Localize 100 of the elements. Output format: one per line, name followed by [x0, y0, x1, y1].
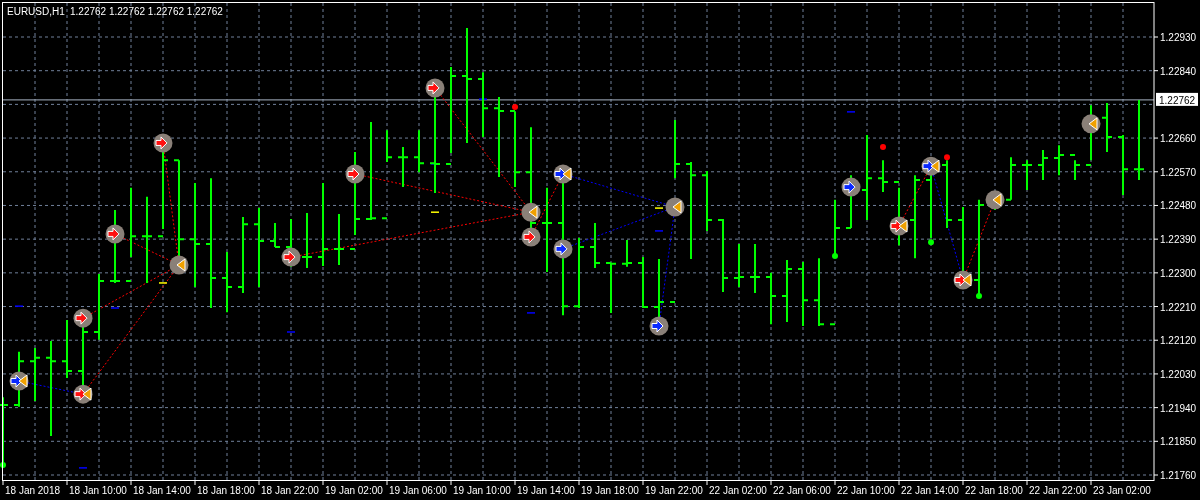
level-dash [478, 98, 488, 100]
level-dash [846, 111, 856, 113]
arrow-marker-icon [153, 133, 173, 153]
arrow-marker-icon [281, 247, 301, 267]
arrow-triangle-marker-icon [889, 216, 909, 236]
price-axis-label: 1.22390 [1160, 234, 1197, 246]
level-dash [286, 331, 296, 333]
time-axis-label: 23 Jan 02:00 [1093, 485, 1151, 496]
price-axis-label: 1.22840 [1160, 65, 1197, 77]
time-axis-label: 19 Jan 22:00 [645, 485, 703, 496]
axis-tick [1026, 479, 1028, 486]
axis-tick [1153, 272, 1159, 274]
arrow-triangle-marker-icon [953, 270, 973, 290]
time-axis-label: 19 Jan 10:00 [453, 485, 511, 496]
time-axis-label: 22 Jan 14:00 [901, 485, 959, 496]
triangle-marker-icon [985, 190, 1005, 210]
time-axis-label: 19 Jan 06:00 [389, 485, 447, 496]
axis-tick [962, 479, 964, 486]
axis-tick [1153, 306, 1159, 308]
axis-tick [578, 479, 580, 486]
price-axis-label: 1.22300 [1160, 267, 1197, 279]
axis-tick [258, 479, 260, 486]
arrow-marker-icon [553, 239, 573, 259]
axis-tick [1153, 204, 1159, 206]
level-dash [430, 211, 440, 213]
price-axis-label: 1.22210 [1160, 301, 1197, 313]
trade-line [902, 173, 928, 219]
triangle-marker-icon [521, 202, 541, 222]
time-axis-label: 22 Jan 06:00 [773, 485, 831, 496]
axis-tick [1153, 474, 1159, 476]
axis-tick [1153, 70, 1159, 72]
time-axis-label: 22 Jan 18:00 [965, 485, 1023, 496]
arrow-marker-icon [521, 227, 541, 247]
time-axis-label: 18 Jan 18:00 [197, 485, 255, 496]
dot-marker [832, 253, 838, 259]
axis-tick [66, 479, 68, 486]
price-axis-label: 1.21760 [1160, 470, 1197, 481]
axis-tick [1153, 373, 1159, 375]
triangle-marker-icon [665, 197, 685, 217]
dot-marker [928, 239, 934, 246]
arrow-triangle-marker-icon [921, 156, 941, 176]
price-axis-label: 1.21850 [1160, 436, 1197, 448]
time-axis-label: 22 Jan 02:00 [709, 485, 767, 496]
arrow-marker-icon [425, 78, 445, 98]
level-dash [14, 305, 24, 307]
time-axis-label: 18 Jan 14:00 [133, 485, 191, 496]
axis-tick [834, 479, 836, 486]
axis-tick [1153, 171, 1159, 173]
arrow-marker-icon [841, 177, 861, 197]
price-axis-label: 1.22480 [1160, 200, 1197, 212]
axis-tick [1153, 137, 1159, 139]
axis-tick [514, 479, 516, 486]
arrow-marker-icon [345, 164, 365, 184]
level-dash [110, 307, 120, 309]
dot-marker [512, 104, 518, 110]
price-axis-label: 1.22120 [1160, 335, 1197, 347]
trade-line [534, 181, 560, 230]
dot-marker [0, 461, 6, 468]
quote-text: 1.22762 1.22762 1.22762 1.22762 [70, 6, 223, 17]
price-axis-label: 1.22660 [1160, 133, 1197, 145]
axis-tick [386, 479, 388, 486]
price-axis-label: 1.22930 [1160, 32, 1197, 43]
axis-tick [194, 479, 196, 486]
arrow-triangle-marker-icon [553, 164, 573, 184]
triangle-marker-icon [1081, 114, 1101, 134]
arrow-triangle-marker-icon [73, 384, 93, 404]
time-axis-label: 19 Jan 14:00 [517, 485, 575, 496]
trade-line [965, 207, 993, 273]
arrow-marker-icon [73, 308, 93, 328]
arrow-marker-icon [105, 224, 125, 244]
price-axis-label: 1.22030 [1160, 368, 1197, 380]
level-dash [526, 312, 536, 314]
axis-tick [1153, 238, 1159, 240]
axis-tick [1153, 407, 1159, 409]
time-axis-label: 18 Jan 2018 [5, 485, 61, 496]
chart-symbol: EURUSD,H1 [7, 6, 65, 17]
axis-tick [1153, 339, 1159, 341]
level-dash [158, 282, 168, 284]
time-axis-label: 22 Jan 22:00 [1029, 485, 1087, 496]
dot-marker [944, 154, 950, 161]
triangle-marker-icon [169, 255, 189, 275]
axis-tick [1090, 479, 1092, 486]
dot-marker [880, 144, 886, 151]
level-dash [78, 467, 88, 469]
axis-tick [898, 479, 900, 486]
axis-tick [450, 479, 452, 486]
axis-tick [770, 479, 772, 486]
dot-marker [976, 293, 982, 300]
time-axis-label: 19 Jan 02:00 [325, 485, 383, 496]
axis-tick [1153, 36, 1159, 38]
axis-tick [642, 479, 644, 486]
price-axis-label: 1.21940 [1160, 402, 1197, 414]
axis-tick [322, 479, 324, 486]
axis-tick [130, 479, 132, 486]
arrow-triangle-marker-icon [9, 371, 29, 391]
axis-tick [706, 479, 708, 486]
time-axis-label: 22 Jan 10:00 [837, 485, 895, 496]
trade-line [27, 382, 75, 393]
time-axis-label: 19 Jan 18:00 [581, 485, 639, 496]
axis-tick [2, 479, 4, 486]
